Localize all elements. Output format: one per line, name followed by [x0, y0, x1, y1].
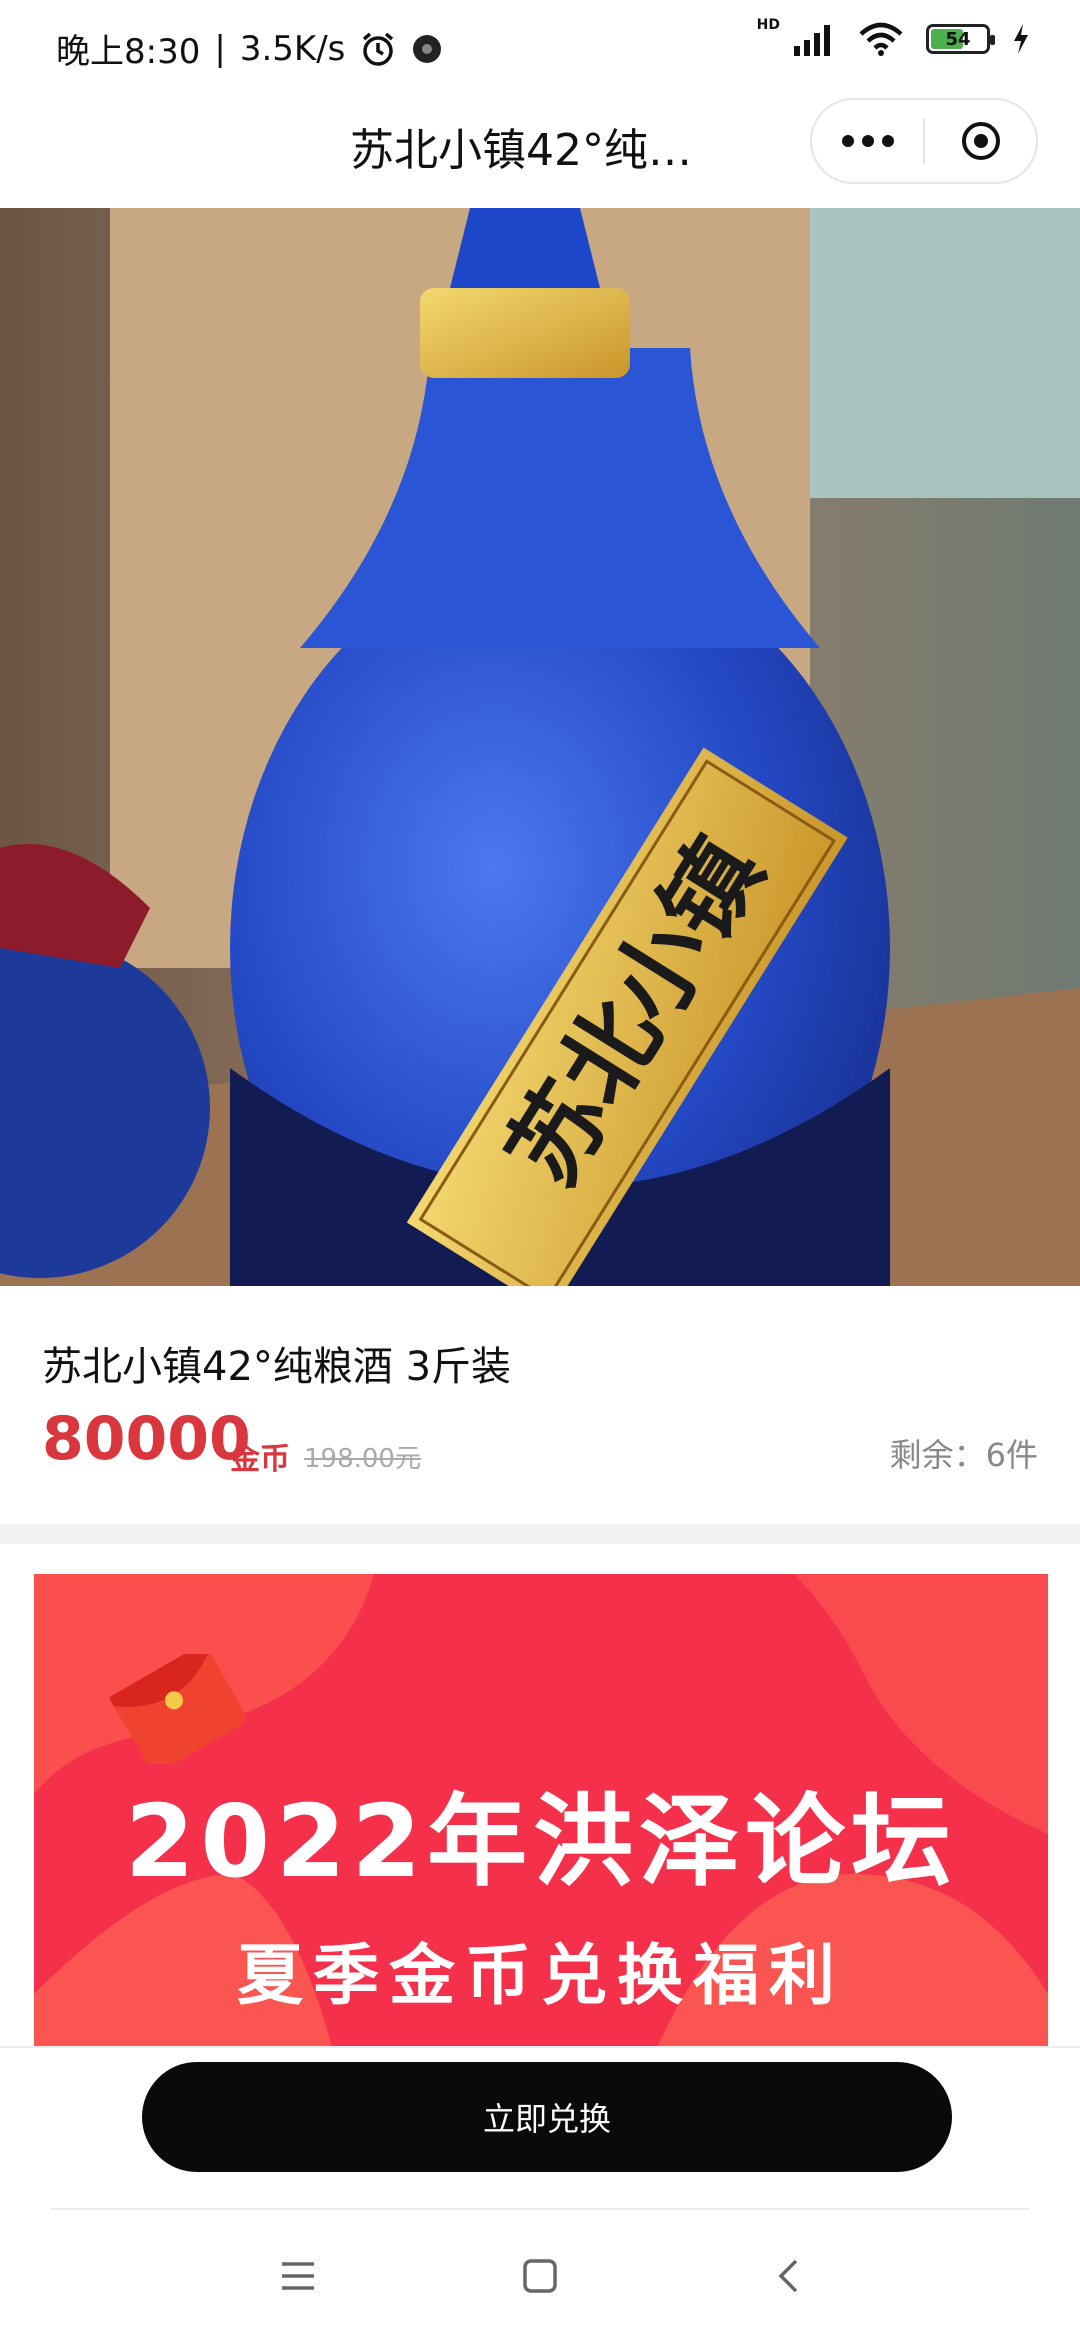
status-time: 晚上8:30: [56, 32, 201, 72]
nav-bar: 苏北小镇42°纯…: [0, 96, 1080, 208]
back-icon: [778, 2259, 798, 2293]
close-button[interactable]: [925, 100, 1036, 182]
product-photo: 苏北小镇: [0, 208, 1080, 1286]
battery-icon: 54: [926, 24, 995, 54]
page-title: 苏北小镇42°纯…: [350, 125, 692, 176]
home-icon: [523, 2259, 557, 2293]
close-target-icon: [961, 122, 1000, 160]
more-dots-icon: [841, 135, 894, 147]
red-envelope-icon: [108, 1654, 246, 1764]
charging-icon: [1014, 24, 1028, 54]
status-bar: 晚上8:30 | 3.5K/s HD 54: [0, 0, 1080, 96]
action-area: 立即兑换: [0, 2046, 1080, 2208]
notification-dot-icon: [413, 34, 442, 63]
original-price: 198.00元: [304, 1444, 421, 1474]
status-separator: |: [214, 28, 226, 69]
signal-icon: [794, 25, 830, 56]
status-right: HD 54: [747, 17, 1030, 56]
section-divider: [0, 1524, 1080, 1544]
mini-program-capsule: [810, 98, 1038, 184]
banner-subtitle: 夏季金币兑换福利: [237, 1937, 845, 2014]
hd-label: HD: [756, 17, 780, 33]
stock-label: 剩余：: [889, 1436, 986, 1474]
product-image[interactable]: 苏北小镇: [0, 208, 1080, 1286]
price-unit: 金币: [230, 1442, 290, 1477]
battery-level: 54: [945, 28, 971, 50]
system-nav-bar: [0, 2210, 1080, 2340]
price-value: 80000: [42, 1404, 251, 1474]
more-button[interactable]: [812, 100, 923, 182]
home-button[interactable]: [518, 2254, 562, 2298]
wifi-icon: [859, 22, 903, 56]
status-left: 晚上8:30 | 3.5K/s: [56, 24, 443, 73]
menu-button[interactable]: [276, 2254, 320, 2298]
promo-banner[interactable]: 2022年洪泽论坛 夏季金币兑换福利: [34, 1574, 1048, 2054]
stock-info: 剩余：6件: [890, 1430, 1038, 1476]
net-speed: 3.5K/s: [239, 28, 346, 69]
menu-icon: [282, 2262, 314, 2290]
back-button[interactable]: [766, 2254, 810, 2298]
banner-title: 2022年洪泽论坛: [124, 1783, 958, 1900]
alarm-icon: [363, 32, 394, 66]
redeem-button[interactable]: 立即兑换: [142, 2062, 952, 2172]
product-title: 苏北小镇42°纯粮酒 3斤装: [42, 1344, 512, 1390]
stock-value: 6件: [985, 1436, 1038, 1474]
product-info: 苏北小镇42°纯粮酒 3斤装 80000 金币 198.00元 剩余：6件: [0, 1286, 1080, 1524]
